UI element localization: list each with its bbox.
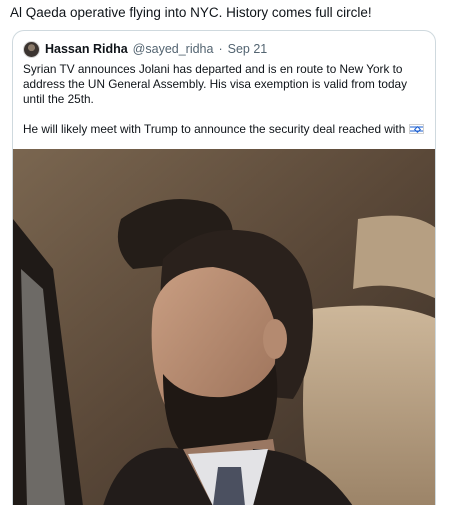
quoted-tweet-header: Hassan Ridha @sayed_ridha · Sep 21	[23, 40, 267, 58]
quoted-tweet-card[interactable]: Hassan Ridha @sayed_ridha · Sep 21 Syria…	[12, 30, 436, 505]
quoted-author-handle[interactable]: @sayed_ridha	[133, 42, 214, 56]
quoted-paragraph-1: Syrian TV announces Jolani has departed …	[23, 62, 407, 106]
quoted-author-name[interactable]: Hassan Ridha	[45, 42, 128, 56]
tweet-media-image[interactable]	[13, 149, 435, 505]
israel-flag-icon	[409, 124, 425, 134]
quoted-tweet-text: Syrian TV announces Jolani has departed …	[23, 62, 427, 137]
avatar[interactable]	[23, 40, 40, 58]
separator-dot: ·	[218, 42, 223, 56]
photo-illustration	[13, 149, 435, 505]
quoted-tweet-date[interactable]: Sep 21	[228, 42, 268, 56]
quoted-paragraph-2-text: He will likely meet with Trump to announ…	[23, 122, 406, 136]
tweet-text: Al Qaeda operative flying into NYC. Hist…	[10, 5, 372, 20]
quoted-paragraph-2: He will likely meet with Trump to announ…	[23, 122, 427, 137]
